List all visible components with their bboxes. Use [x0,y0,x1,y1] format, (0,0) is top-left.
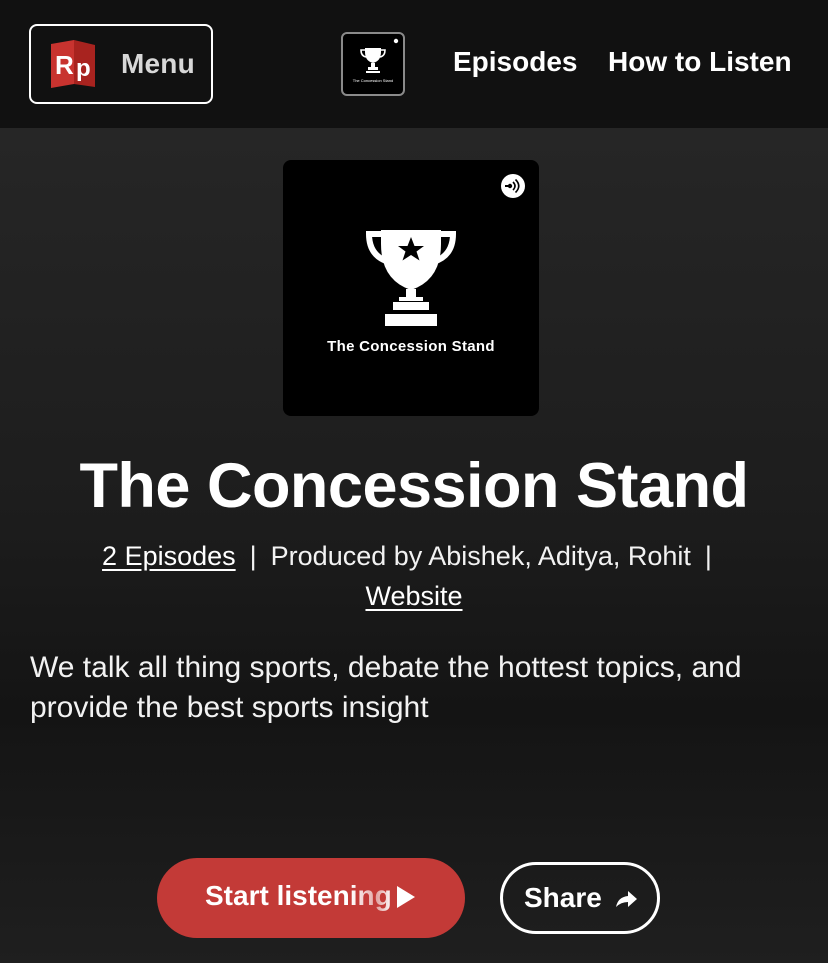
radiopublic-logo-icon: R p [51,40,95,88]
thumbnail-caption: The Concession Stand [352,78,394,83]
podcast-hero: The Concession Stand The Concession Stan… [0,128,828,963]
share-arrow-icon [616,891,637,907]
svg-text:R: R [55,50,74,80]
nav-episodes-link[interactable]: Episodes [453,46,577,78]
start-listening-label: Start listening [205,880,392,911]
podcast-thumbnail[interactable]: The Concession Stand [341,32,405,96]
nav-how-to-listen-link[interactable]: How to Listen [608,46,792,78]
podcast-cover-art: The Concession Stand [283,160,539,416]
trophy-icon [360,38,399,73]
podcast-icon [501,174,525,198]
top-header: R p Menu The Concession Stand Episodes H… [0,0,828,128]
menu-button[interactable]: R p Menu [29,24,213,104]
podcast-description: We talk all thing sports, debate the hot… [30,651,742,724]
svg-text:p: p [76,55,91,82]
start-listening-button[interactable]: Start listening [157,858,465,938]
producers-text: Produced by Abishek, Aditya, Rohit [270,541,691,571]
play-icon [397,886,415,908]
podcast-title: The Concession Stand [79,451,749,521]
cover-caption: The Concession Stand [327,338,495,355]
separator: | [249,541,257,571]
share-button[interactable]: Share [500,862,660,934]
podcast-meta: 2 Episodes | Produced by Abishek, Aditya, … [40,536,788,616]
separator: | [704,541,712,571]
episodes-count-link[interactable]: 2 Episodes [102,541,236,571]
website-link[interactable]: Website [365,581,462,611]
trophy-icon [365,230,457,326]
menu-label: Menu [121,48,195,79]
share-label: Share [524,882,602,913]
